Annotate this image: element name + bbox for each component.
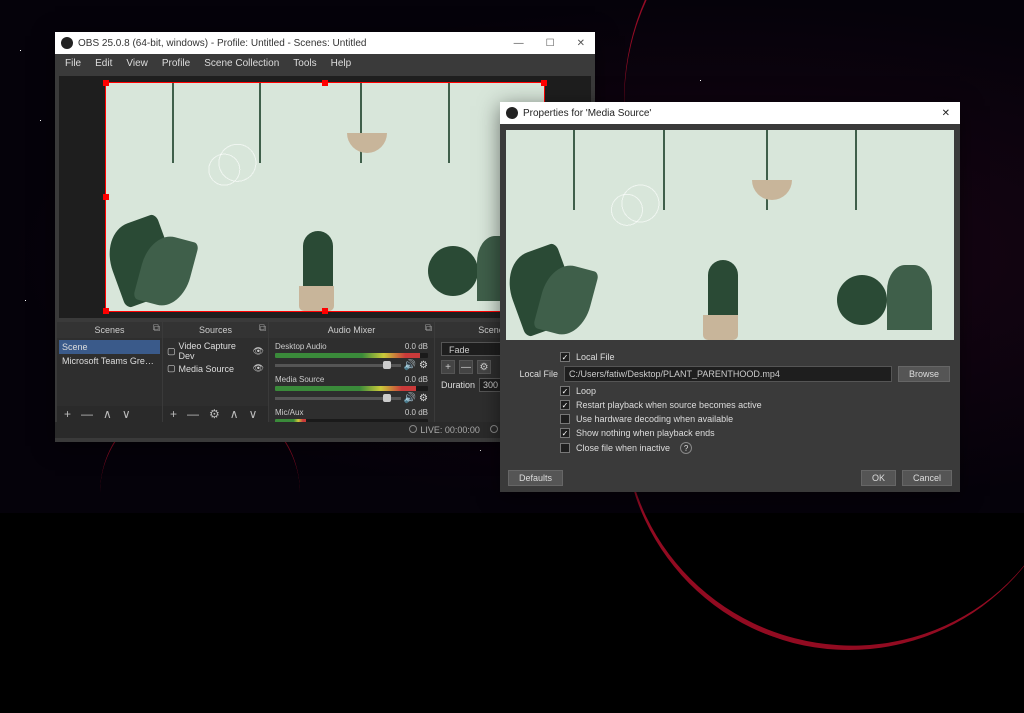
defaults-button[interactable]: Defaults: [508, 470, 563, 486]
resize-handle[interactable]: [322, 308, 328, 314]
popout-icon[interactable]: ⧉: [259, 323, 266, 334]
dialog-titlebar[interactable]: Properties for 'Media Source' ✕: [500, 102, 960, 124]
scene-down-button[interactable]: ∨: [119, 407, 134, 421]
show-nothing-checkbox[interactable]: [560, 428, 570, 438]
checkbox-label: Local File: [576, 352, 615, 362]
checkbox-label: Close file when inactive: [576, 443, 670, 453]
sources-panel: Sources ⧉ ▢Video Capture Dev👁 ▢Media Sour…: [163, 322, 268, 422]
remove-source-button[interactable]: —: [184, 407, 202, 421]
popout-icon[interactable]: ⧉: [153, 323, 160, 334]
checkbox-label: Restart playback when source becomes act…: [576, 400, 762, 410]
volume-slider[interactable]: [275, 364, 401, 367]
visibility-icon[interactable]: 👁: [253, 363, 264, 374]
stream-indicator: LIVE: 00:00:00: [409, 425, 480, 435]
source-item[interactable]: ▢Media Source👁: [165, 362, 266, 375]
menu-tools[interactable]: Tools: [287, 56, 322, 71]
source-type-icon: ▢: [167, 346, 176, 357]
volume-slider[interactable]: [275, 397, 401, 400]
hardware-checkbox[interactable]: [560, 414, 570, 424]
scene-up-button[interactable]: ∧: [100, 407, 115, 421]
duration-label: Duration: [441, 380, 475, 390]
transition-settings-button[interactable]: ⚙: [477, 360, 491, 374]
remove-transition-button[interactable]: —: [459, 360, 473, 374]
close-button[interactable]: ✕: [573, 36, 589, 51]
browse-button[interactable]: Browse: [898, 366, 950, 382]
close-button[interactable]: ✕: [938, 106, 954, 121]
source-item[interactable]: ▢Video Capture Dev👁: [165, 340, 266, 362]
help-icon[interactable]: ?: [680, 442, 692, 454]
restart-checkbox[interactable]: [560, 400, 570, 410]
source-settings-button[interactable]: ⚙: [206, 407, 223, 421]
app-icon: [506, 107, 518, 119]
resize-handle[interactable]: [103, 308, 109, 314]
speaker-icon[interactable]: 🔊: [404, 360, 416, 371]
minimize-button[interactable]: —: [510, 36, 528, 51]
scenes-panel: Scenes ⧉ Scene Microsoft Teams Green Scre…: [57, 322, 162, 422]
remove-scene-button[interactable]: —: [78, 407, 96, 421]
popout-icon[interactable]: ⧉: [425, 323, 432, 334]
maximize-button[interactable]: ☐: [542, 36, 559, 51]
cancel-button[interactable]: Cancel: [902, 470, 952, 486]
local-file-checkbox[interactable]: [560, 352, 570, 362]
checkbox-label: Show nothing when playback ends: [576, 428, 715, 438]
mixer-channel: Mic/Aux0.0 dB: [271, 406, 432, 422]
dialog-title: Properties for 'Media Source': [523, 108, 938, 119]
resize-handle[interactable]: [103, 80, 109, 86]
gear-icon[interactable]: ⚙: [419, 393, 428, 404]
menu-view[interactable]: View: [120, 56, 154, 71]
menu-profile[interactable]: Profile: [156, 56, 196, 71]
menubar: File Edit View Profile Scene Collection …: [55, 54, 595, 72]
resize-handle[interactable]: [541, 80, 547, 86]
source-up-button[interactable]: ∧: [227, 407, 242, 421]
media-preview-image: [106, 83, 544, 311]
window-title: OBS 25.0.8 (64-bit, windows) - Profile: …: [78, 38, 510, 49]
menu-scene-collection[interactable]: Scene Collection: [198, 56, 285, 71]
loop-checkbox[interactable]: [560, 386, 570, 396]
menu-help[interactable]: Help: [325, 56, 358, 71]
mixer-channel: Desktop Audio0.0 dB 🔊⚙: [271, 340, 432, 373]
preview-canvas[interactable]: [105, 82, 545, 312]
properties-preview: [506, 130, 954, 340]
scene-item[interactable]: Microsoft Teams Green Screen: [59, 354, 160, 368]
titlebar[interactable]: OBS 25.0.8 (64-bit, windows) - Profile: …: [55, 32, 595, 54]
resize-handle[interactable]: [103, 194, 109, 200]
resize-handle[interactable]: [322, 80, 328, 86]
field-label: Local File: [510, 369, 558, 379]
checkbox-label: Use hardware decoding when available: [576, 414, 733, 424]
panel-title: Audio Mixer: [328, 325, 376, 335]
mixer-channel: Media Source0.0 dB 🔊⚙: [271, 373, 432, 406]
ok-button[interactable]: OK: [861, 470, 896, 486]
panel-title: Sources: [199, 325, 232, 335]
panel-title: Scenes: [94, 325, 124, 335]
local-file-input[interactable]: [564, 366, 892, 382]
source-type-icon: ▢: [167, 363, 176, 374]
properties-dialog: Properties for 'Media Source' ✕ Local Fi…: [500, 102, 960, 492]
checkbox-label: Loop: [576, 386, 596, 396]
source-down-button[interactable]: ∨: [246, 407, 261, 421]
add-transition-button[interactable]: +: [441, 360, 455, 374]
scene-item[interactable]: Scene: [59, 340, 160, 354]
menu-edit[interactable]: Edit: [89, 56, 118, 71]
add-scene-button[interactable]: +: [61, 407, 74, 421]
speaker-icon[interactable]: 🔊: [404, 393, 416, 404]
visibility-icon[interactable]: 👁: [253, 346, 264, 357]
add-source-button[interactable]: +: [167, 407, 180, 421]
audio-mixer-panel: Audio Mixer ⧉ Desktop Audio0.0 dB 🔊⚙ Medi…: [269, 322, 434, 422]
app-icon: [61, 37, 73, 49]
close-file-checkbox[interactable]: [560, 443, 570, 453]
gear-icon[interactable]: ⚙: [419, 360, 428, 371]
menu-file[interactable]: File: [59, 56, 87, 71]
